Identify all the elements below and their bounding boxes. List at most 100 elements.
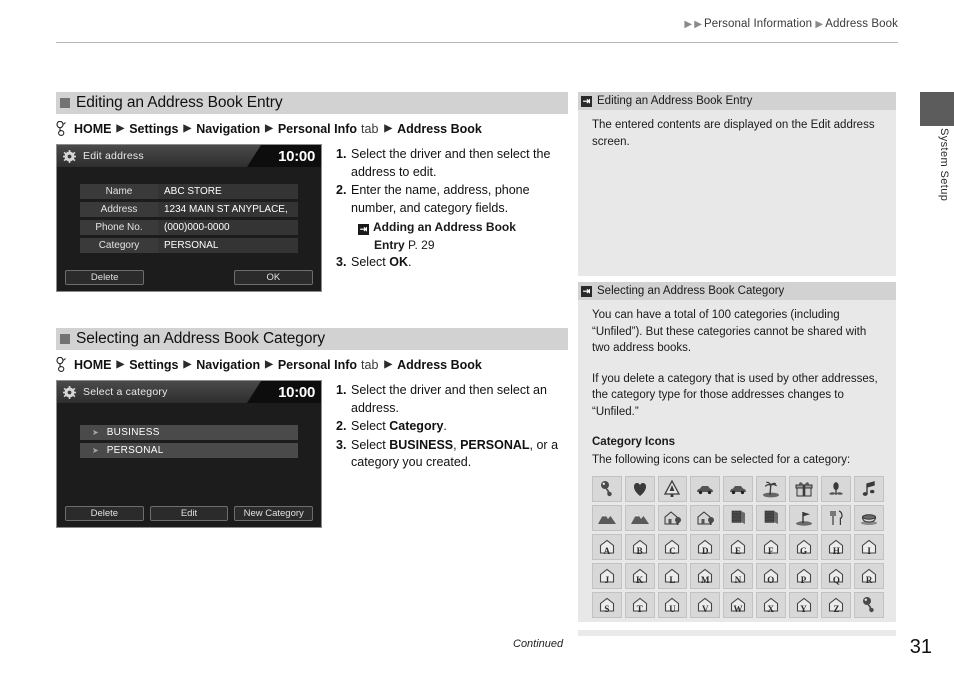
house-tree-icon[interactable]	[657, 505, 688, 531]
breadcrumb: ▶ ▶ Personal Information ▶ Address Book	[684, 18, 898, 30]
section-2-content: Select a category 10:00 ➤ BUSINESS ➤ PER…	[56, 380, 568, 528]
music-note-icon[interactable]	[854, 476, 884, 502]
house-t-icon[interactable]: T	[624, 592, 655, 618]
field-value: ABC STORE	[158, 184, 298, 199]
restaurant-icon[interactable]	[821, 505, 852, 531]
ok-button[interactable]: OK	[233, 270, 313, 285]
golf-flag-icon[interactable]	[788, 505, 819, 531]
house-j-icon[interactable]: J	[592, 563, 622, 589]
field-row-name[interactable]: Name ABC STORE	[80, 184, 298, 199]
house-q-icon[interactable]: Q	[821, 563, 852, 589]
breadcrumb-arrow-icon: ▶	[815, 19, 824, 30]
house-letter: D	[701, 546, 709, 556]
heart-icon[interactable]	[624, 476, 655, 502]
device-title-bar: Edit address 10:00	[57, 145, 321, 167]
list-item-personal[interactable]: ➤ PERSONAL	[80, 443, 298, 458]
house-s-icon[interactable]: S	[592, 592, 622, 618]
house-y-icon[interactable]: Y	[788, 592, 819, 618]
house-letter: J	[604, 575, 610, 585]
flower-icon[interactable]	[821, 476, 852, 502]
new-category-button[interactable]: New Category	[234, 506, 314, 521]
delete-button[interactable]: Delete	[65, 270, 145, 285]
category-icon-grid-letters: A B C D E F G H I J K L M N O P Q R S T …	[592, 534, 884, 618]
step-text: Select BUSINESS, PERSONAL, or a category…	[351, 437, 568, 472]
house-letter: S	[604, 604, 610, 614]
house-letter: E	[734, 546, 741, 556]
mountain-icon[interactable]	[592, 505, 622, 531]
breadcrumb-item-1: Personal Information	[703, 18, 813, 30]
nav-path-selecting-category: HOME ▶ Settings ▶ Navigation ▶ Personal …	[56, 357, 568, 372]
house-c-icon[interactable]: C	[657, 534, 688, 560]
device-title: Edit address	[83, 150, 144, 162]
tree-icon[interactable]	[657, 476, 688, 502]
category-icon-grid	[592, 476, 884, 531]
house-letter: P	[800, 575, 807, 585]
house-m-icon[interactable]: M	[690, 563, 721, 589]
step-number: 2.	[336, 183, 347, 197]
house-w-icon[interactable]: W	[723, 592, 753, 618]
house-letter: F	[768, 546, 774, 556]
house-x-icon[interactable]: X	[755, 592, 786, 618]
step-text-bold: Category	[389, 419, 444, 433]
house-letter: X	[767, 604, 775, 614]
house-f-icon[interactable]: F	[755, 534, 786, 560]
palm-island-icon[interactable]	[755, 476, 786, 502]
house-letter: V	[701, 604, 709, 614]
nav-arrow-icon: ▶	[384, 359, 393, 370]
house-r-icon[interactable]: R	[854, 563, 884, 589]
note-body-editing-entry: The entered contents are displayed on th…	[578, 110, 896, 276]
house-l-icon[interactable]: L	[657, 563, 688, 589]
house-tree2-icon[interactable]	[690, 505, 721, 531]
house-e-icon[interactable]: E	[723, 534, 753, 560]
house-d-icon[interactable]: D	[690, 534, 721, 560]
step-text-bold: BUSINESS	[389, 437, 454, 452]
house-i-icon[interactable]: I	[854, 534, 884, 560]
house-z-icon[interactable]: Z	[821, 592, 852, 618]
coffee-cup-icon[interactable]	[854, 505, 884, 531]
house-u-icon[interactable]: U	[657, 592, 688, 618]
house-v-icon[interactable]: V	[690, 592, 721, 618]
list-item-business[interactable]: ➤ BUSINESS	[80, 425, 298, 440]
house-letter: T	[636, 604, 643, 614]
house-letter: L	[669, 575, 676, 585]
section-title-selecting-category: Selecting an Address Book Category	[56, 328, 568, 350]
balloon-icon[interactable]	[592, 476, 622, 502]
gift-icon[interactable]	[788, 476, 819, 502]
house-letter: R	[865, 575, 873, 585]
car-icon[interactable]	[690, 476, 721, 502]
device-screen-select-category: Select a category 10:00 ➤ BUSINESS ➤ PER…	[56, 380, 322, 528]
square-bullet-icon	[60, 334, 70, 344]
device-screen-edit-address: Edit address 10:00 Name ABC STORE Addres…	[56, 144, 322, 292]
delete-button[interactable]: Delete	[65, 506, 144, 521]
category-icon: ➤	[92, 446, 99, 455]
breadcrumb-item-2: Address Book	[825, 18, 898, 30]
house-p-icon[interactable]: P	[788, 563, 819, 589]
edit-button[interactable]: Edit	[149, 506, 229, 521]
field-row-phone[interactable]: Phone No. (000)000-0000	[80, 220, 298, 235]
field-row-category[interactable]: Category PERSONAL	[80, 238, 298, 253]
nav-arrow-icon: ▶	[183, 123, 192, 134]
nav-path-personal-info: Personal Info	[277, 121, 358, 136]
list-item-label: BUSINESS	[106, 427, 160, 438]
house-g-icon[interactable]: G	[788, 534, 819, 560]
field-row-address[interactable]: Address 1234 MAIN ST ANYPLACE,	[80, 202, 298, 217]
note-heading-text: Editing an Address Book Entry	[597, 95, 753, 107]
car2-icon[interactable]	[723, 476, 753, 502]
house-b-icon[interactable]: B	[624, 534, 655, 560]
house-h-icon[interactable]: H	[821, 534, 852, 560]
books2-icon[interactable]	[755, 505, 786, 531]
house-n-icon[interactable]: N	[723, 563, 753, 589]
house-k-icon[interactable]: K	[624, 563, 655, 589]
step-number: 2.	[336, 419, 347, 433]
balloon2-icon[interactable]	[854, 592, 884, 618]
books-icon[interactable]	[723, 505, 753, 531]
step-text: Select the driver and then select an add…	[351, 383, 547, 415]
gear-icon	[63, 149, 76, 163]
mountain2-icon[interactable]	[624, 505, 655, 531]
nav-path-settings: Settings	[129, 121, 179, 136]
house-o-icon[interactable]: O	[755, 563, 786, 589]
nav-path-tab-word: tab	[361, 357, 379, 372]
house-a-icon[interactable]: A	[592, 534, 622, 560]
step-number: 1.	[336, 147, 347, 161]
house-letter: M	[700, 575, 710, 585]
